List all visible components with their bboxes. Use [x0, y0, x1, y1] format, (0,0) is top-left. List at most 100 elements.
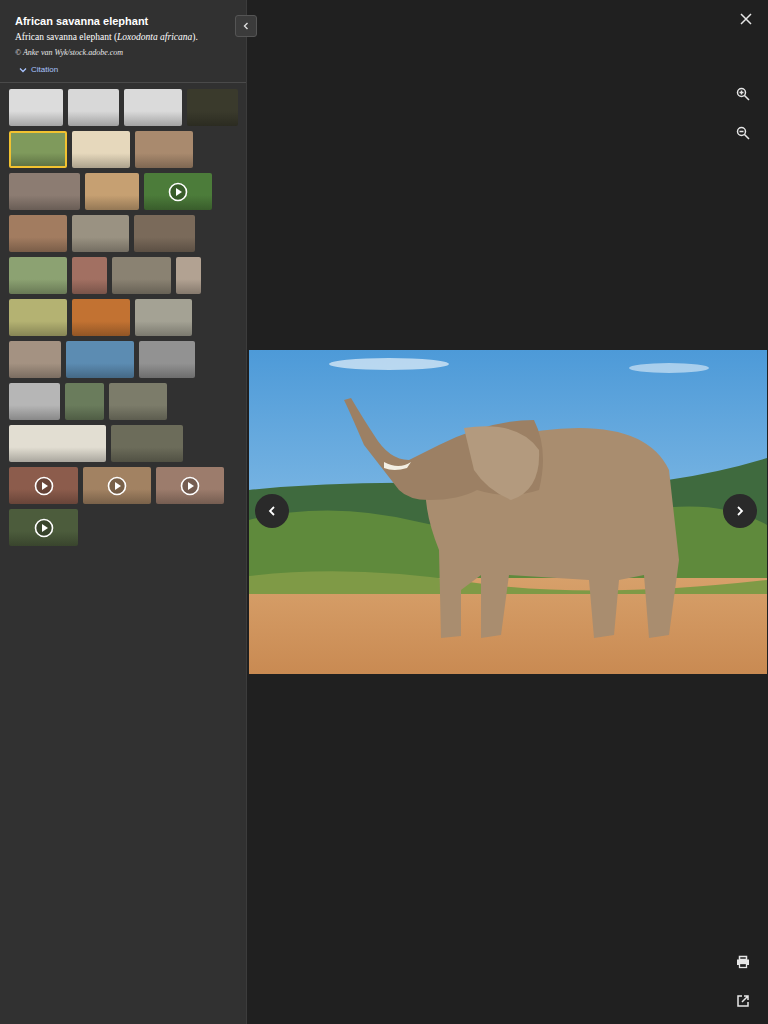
video-thumbnail[interactable]: [9, 467, 78, 504]
image-thumbnail[interactable]: [134, 215, 195, 252]
thumbnail-fill: [9, 215, 67, 252]
print-icon: [736, 955, 750, 969]
image-stage: [247, 0, 768, 1024]
thumbnail-fill: [111, 425, 183, 462]
open-external-icon: [736, 994, 750, 1008]
video-thumbnail[interactable]: [83, 467, 151, 504]
main-photo: [249, 350, 767, 674]
close-icon: [739, 12, 753, 26]
close-button[interactable]: [736, 9, 756, 29]
thumbnail-fill: [9, 383, 60, 420]
thumbnail-row: [9, 173, 238, 210]
thumbnail-row: [9, 425, 238, 462]
thumbnail-fill: [11, 133, 65, 166]
chevron-left-icon: [266, 505, 278, 517]
image-thumbnail[interactable]: [72, 131, 130, 168]
thumbnail-fill: [109, 383, 167, 420]
thumbnail-row: [9, 509, 238, 546]
thumbnail-grid: [0, 83, 246, 552]
image-thumbnail[interactable]: [72, 257, 107, 294]
thumbnail-fill: [176, 257, 201, 294]
thumbnail-fill: [112, 257, 171, 294]
image-thumbnail[interactable]: [176, 257, 201, 294]
thumbnail-kind: [34, 476, 54, 496]
thumbnail-fill: [9, 299, 67, 336]
video-thumbnail[interactable]: [144, 173, 212, 210]
image-thumbnail[interactable]: [9, 257, 67, 294]
zoom-out-button[interactable]: [733, 123, 753, 143]
image-thumbnail[interactable]: [9, 215, 67, 252]
caption-text: African savanna elephant (: [15, 32, 117, 42]
play-icon: [107, 476, 127, 496]
image-thumbnail[interactable]: [139, 341, 195, 378]
caption-end: ).: [192, 32, 198, 42]
thumbnail-fill: [134, 215, 195, 252]
image-thumbnail[interactable]: [9, 341, 61, 378]
thumbnail-fill: [72, 299, 130, 336]
image-thumbnail[interactable]: [111, 425, 183, 462]
image-thumbnail[interactable]: [9, 383, 60, 420]
thumbnail-fill: [9, 341, 61, 378]
thumbnail-fill: [72, 131, 130, 168]
thumbnail-row: [9, 383, 238, 420]
image-thumbnail[interactable]: [112, 257, 171, 294]
thumbnail-kind: [168, 182, 188, 202]
video-thumbnail[interactable]: [9, 509, 78, 546]
image-thumbnail[interactable]: [72, 215, 129, 252]
thumbnail-kind: [107, 476, 127, 496]
image-thumbnail[interactable]: [65, 383, 104, 420]
image-thumbnail[interactable]: [187, 89, 238, 126]
image-thumbnail[interactable]: [135, 299, 192, 336]
media-header: African savanna elephantAfrican savanna …: [0, 0, 246, 83]
play-icon: [34, 518, 54, 538]
image-thumbnail[interactable]: [135, 131, 193, 168]
zoom-in-icon: [736, 87, 750, 101]
thumbnail-fill: [124, 89, 182, 126]
media-caption: African savanna elephant (Loxodonta afri…: [15, 31, 232, 44]
thumbnail-row: [9, 257, 238, 294]
species-name: Loxodonta africana: [117, 32, 192, 42]
thumbnail-fill: [9, 257, 67, 294]
thumbnail-fill: [187, 89, 238, 126]
thumbnail-kind: [34, 518, 54, 538]
image-thumbnail[interactable]: [9, 173, 80, 210]
thumbnail-fill: [139, 341, 195, 378]
zoom-out-icon: [736, 126, 750, 140]
image-thumbnail[interactable]: [9, 299, 67, 336]
thumbnail-row: [9, 89, 238, 126]
thumbnail-kind: [180, 476, 200, 496]
thumbnail-fill: [9, 89, 63, 126]
next-button[interactable]: [723, 494, 757, 528]
print-button[interactable]: [733, 952, 753, 972]
thumbnail-row: [9, 467, 238, 504]
thumbnail-fill: [66, 341, 134, 378]
thumbnail-fill: [85, 173, 139, 210]
image-thumbnail[interactable]: [72, 299, 130, 336]
play-icon: [168, 182, 188, 202]
thumbnail-fill: [72, 215, 129, 252]
collapse-button[interactable]: [235, 15, 257, 37]
info-panel: African savanna elephantAfrican savanna …: [0, 0, 247, 1024]
image-thumbnail[interactable]: [9, 425, 106, 462]
thumbnail-fill: [9, 173, 80, 210]
thumbnail-row: [9, 341, 238, 378]
image-thumbnail[interactable]: [66, 341, 134, 378]
thumbnail-fill: [135, 299, 192, 336]
image-thumbnail[interactable]: [124, 89, 182, 126]
image-thumbnail[interactable]: [68, 89, 119, 126]
video-thumbnail[interactable]: [156, 467, 224, 504]
photo-credit: © Anke van Wyk/stock.adobe.com: [15, 47, 232, 59]
previous-button[interactable]: [255, 494, 289, 528]
citation-toggle[interactable]: Citation: [15, 64, 232, 76]
open-external-button[interactable]: [733, 991, 753, 1011]
thumbnail-fill: [72, 257, 107, 294]
thumbnail-fill: [135, 131, 193, 168]
image-thumbnail[interactable]: [109, 383, 167, 420]
thumbnail-row: [9, 131, 238, 168]
image-thumbnail[interactable]: [85, 173, 139, 210]
zoom-in-button[interactable]: [733, 84, 753, 104]
thumbnail-fill: [68, 89, 119, 126]
image-thumbnail[interactable]: [9, 89, 63, 126]
play-icon: [180, 476, 200, 496]
image-thumbnail[interactable]: [9, 131, 67, 168]
